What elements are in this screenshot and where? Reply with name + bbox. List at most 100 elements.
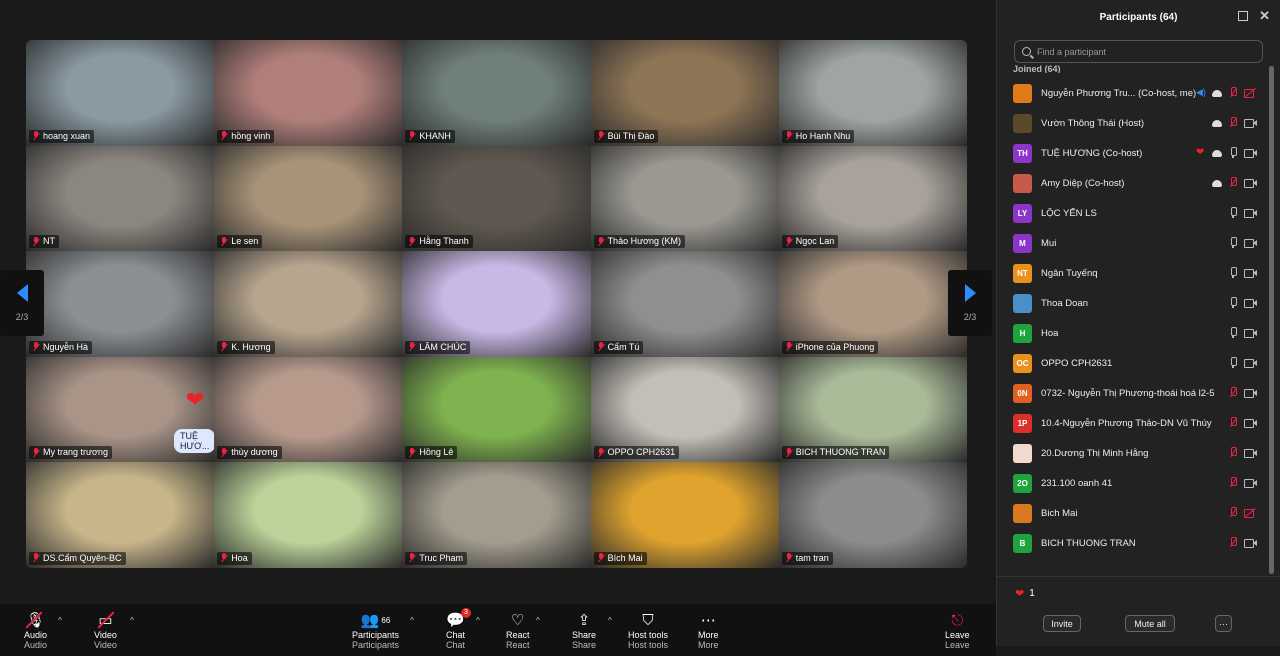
video-tile[interactable]: Ho Hanh Nhu (778, 40, 967, 146)
participant-row[interactable]: 0N 0732- Nguyễn Thị Phương-thoái hoá l2-5 (997, 378, 1267, 408)
participant-row[interactable]: Vườn Thông Thái (Host) (997, 108, 1267, 138)
mic-muted-icon[interactable] (1228, 177, 1238, 188)
search-input[interactable] (1037, 46, 1237, 57)
participant-row[interactable]: Bich Mai (997, 498, 1267, 528)
host-tools-button[interactable]: ⛉ Host tools Host tools (628, 610, 668, 651)
participant-row[interactable]: Thoa Doan (997, 288, 1267, 318)
video-options-caret-icon[interactable]: ^ (130, 616, 134, 625)
mic-muted-icon[interactable] (1228, 117, 1238, 128)
camera-icon[interactable] (1244, 147, 1257, 158)
microphone-icon[interactable] (1228, 327, 1238, 338)
camera-icon[interactable] (1244, 297, 1257, 308)
video-tile[interactable]: DS.Cẩm Quyên-BC (26, 462, 215, 568)
video-tile[interactable]: Ngọc Lan (778, 145, 967, 252)
video-tile[interactable]: KHANH (402, 40, 591, 146)
share-button[interactable]: ⇪ Share Share (572, 610, 596, 650)
video-tile[interactable]: Bùi Thị Đào (590, 40, 779, 146)
camera-off-icon[interactable] (1244, 87, 1257, 98)
mic-muted-icon[interactable] (1228, 537, 1238, 548)
video-tile[interactable]: Le sen (214, 145, 403, 252)
microphone-icon[interactable] (1228, 267, 1238, 278)
audio-options-caret-icon[interactable]: ^ (58, 616, 62, 625)
joined-section-label[interactable]: Joined (64) (997, 63, 1280, 74)
participant-row[interactable]: NT Ngân Tuyếnq (997, 258, 1267, 288)
popout-icon[interactable] (1238, 11, 1248, 21)
mic-muted-icon[interactable] (1228, 447, 1238, 458)
video-tile[interactable]: hoang xuan (26, 40, 215, 146)
microphone-icon[interactable] (1228, 207, 1238, 218)
video-tile[interactable]: Hằng Thanh (402, 145, 591, 252)
video-tile[interactable]: Truc Pham (402, 462, 591, 568)
mute-all-button[interactable]: Mute all (1125, 615, 1175, 632)
video-tile[interactable]: Nguyễn Hà (26, 251, 215, 357)
microphone-icon[interactable] (1228, 297, 1238, 308)
share-options-caret-icon[interactable]: ^ (608, 616, 612, 625)
participant-row[interactable]: 20.Dương Thị Minh Hằng (997, 438, 1267, 468)
react-button[interactable]: ♡ React React (506, 610, 530, 650)
participant-row[interactable]: 1P 10.4-Nguyễn Phương Thảo-DN Vũ Thúy (997, 408, 1267, 438)
video-tile[interactable]: Hoa (214, 462, 403, 568)
participant-row[interactable]: Amy Diệp (Co-host) (997, 168, 1267, 198)
camera-icon[interactable] (1244, 327, 1257, 338)
mic-muted-icon[interactable] (1228, 507, 1238, 518)
camera-icon[interactable] (1244, 177, 1257, 188)
video-tile[interactable]: tam tran (778, 462, 967, 568)
camera-icon[interactable] (1244, 117, 1257, 128)
mic-muted-icon[interactable] (1228, 87, 1238, 98)
participants-button[interactable]: 👥 66 Participants Participants (352, 610, 399, 650)
participant-row[interactable]: Nguyễn Phương Tru... (Co-host, me) ◀) (997, 78, 1267, 108)
participant-row[interactable]: B BICH THUONG TRAN (997, 528, 1267, 558)
react-options-caret-icon[interactable]: ^ (536, 616, 540, 625)
video-tile[interactable]: Hồng Lê (402, 356, 591, 463)
participant-row[interactable]: H Hoa (997, 318, 1267, 348)
next-page-button[interactable]: 2/3 (948, 270, 992, 336)
camera-icon[interactable] (1244, 447, 1257, 458)
chat-button[interactable]: 💬 3 Chat Chat (446, 608, 471, 650)
camera-icon[interactable] (1244, 477, 1257, 488)
invite-button[interactable]: Invite (1043, 615, 1081, 632)
video-tile[interactable]: LÂM CHÚC (402, 251, 591, 357)
camera-icon[interactable] (1244, 237, 1257, 248)
chat-options-caret-icon[interactable]: ^ (476, 616, 480, 625)
previous-page-button[interactable]: 2/3 (0, 270, 44, 336)
more-button[interactable]: ⋯ More More (698, 610, 719, 650)
video-tile[interactable]: Thảo Hương (KM) (590, 145, 779, 252)
participants-options-caret-icon[interactable]: ^ (410, 616, 414, 625)
video-button[interactable]: ▭ Video Video (94, 610, 117, 650)
video-tile[interactable]: My trang trương ❤ TUỆ HƯƠ... (26, 356, 215, 463)
microphone-icon[interactable] (1228, 357, 1238, 368)
microphone-icon[interactable] (1228, 237, 1238, 248)
camera-icon[interactable] (1244, 417, 1257, 428)
video-tile[interactable]: NT (26, 145, 215, 252)
camera-off-icon[interactable] (1244, 507, 1257, 518)
camera-icon[interactable] (1244, 537, 1257, 548)
more-options-button[interactable]: ··· (1215, 615, 1232, 632)
video-tile[interactable]: hồng vinh (214, 40, 403, 146)
close-icon[interactable]: ✕ (1259, 8, 1270, 24)
participant-row[interactable]: LY LỘC YẾN LS (997, 198, 1267, 228)
leave-button[interactable]: ⎋ Leave Leave (945, 610, 970, 651)
participant-search[interactable] (1014, 40, 1263, 63)
mic-muted-icon[interactable] (1228, 417, 1238, 428)
participant-row[interactable]: TH TUỆ HƯƠNG (Co-host) ❤ (997, 138, 1267, 168)
video-tile[interactable]: Cẩm Tú (590, 251, 779, 357)
camera-icon[interactable] (1244, 207, 1257, 218)
participant-row[interactable]: 2O 231.100 oanh 41 (997, 468, 1267, 498)
audio-button[interactable]: 🎙 Audio Audio (24, 610, 47, 650)
participant-scrollbar[interactable] (1269, 66, 1274, 574)
microphone-icon[interactable] (1228, 147, 1238, 158)
camera-icon[interactable] (1244, 387, 1257, 398)
participant-row[interactable]: M Mui (997, 228, 1267, 258)
mic-muted-icon[interactable] (1228, 387, 1238, 398)
video-tile[interactable]: K. Hương (214, 251, 403, 357)
video-tile[interactable]: Bích Mai (590, 462, 779, 568)
video-tile[interactable]: OPPO CPH2631 (590, 356, 779, 463)
scrollbar-thumb[interactable] (1269, 66, 1274, 574)
video-tile[interactable]: BICH THUONG TRAN (778, 356, 967, 463)
camera-icon[interactable] (1244, 357, 1257, 368)
camera-icon[interactable] (1244, 267, 1257, 278)
participant-row[interactable]: OC OPPO CPH2631 (997, 348, 1267, 378)
video-tile[interactable]: thùy dương (214, 356, 403, 463)
video-tile[interactable]: iPhone của Phuong (778, 251, 967, 357)
mic-muted-icon[interactable] (1228, 477, 1238, 488)
